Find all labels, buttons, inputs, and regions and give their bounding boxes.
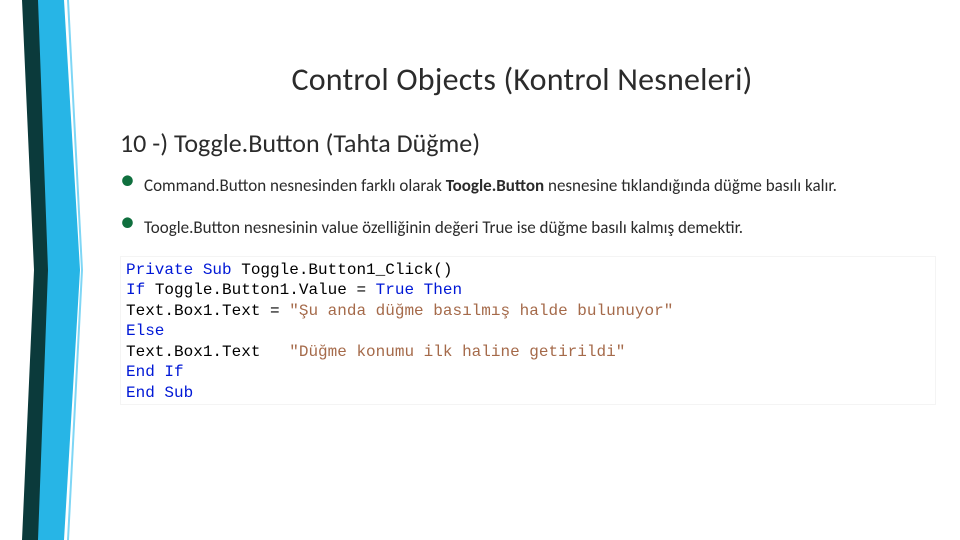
code-string: "Düğme konumu ilk haline getirildi" [289, 343, 625, 361]
code-kw: Private Sub [126, 261, 241, 279]
bullet-text-post: nesnesine tıklandığında düğme basılı kal… [544, 175, 837, 196]
code-kw: End Sub [126, 384, 193, 402]
code-pre: Private Sub Toggle.Button1_Click() If To… [120, 256, 936, 405]
slide-title: Control Objects (Kontrol Nesneleri) [120, 60, 924, 99]
code-string: "Şu anda düğme basılmış halde bulunuyor" [289, 302, 673, 320]
code-token: Toggle.Button1_Click() [241, 261, 452, 279]
bullet-text-pre: Toogle.Button nesnesinin value özelliğin… [144, 217, 743, 238]
bullet-text-pre: Command.Button nesnesinden farklı olarak [144, 175, 446, 196]
code-token: Toggle.Button1.Value = [155, 281, 376, 299]
code-token: Text.Box1.Text [126, 343, 289, 361]
code-kw: End If [126, 363, 184, 381]
bullet-text-bold: Toogle.Button [446, 175, 544, 196]
code-token: Text.Box1.Text = [126, 302, 289, 320]
bullet-item: Toogle.Button nesnesinin value özelliğin… [120, 215, 924, 241]
code-kw: Else [126, 322, 164, 340]
code-kw: True Then [376, 281, 462, 299]
code-kw: If [126, 281, 155, 299]
section-subtitle: 10 -) Toggle.Button (Tahta Düğme) [120, 127, 924, 159]
bullet-item: Command.Button nesnesinden farklı olarak… [120, 173, 924, 199]
code-snippet: Private Sub Toggle.Button1_Click() If To… [120, 256, 936, 405]
